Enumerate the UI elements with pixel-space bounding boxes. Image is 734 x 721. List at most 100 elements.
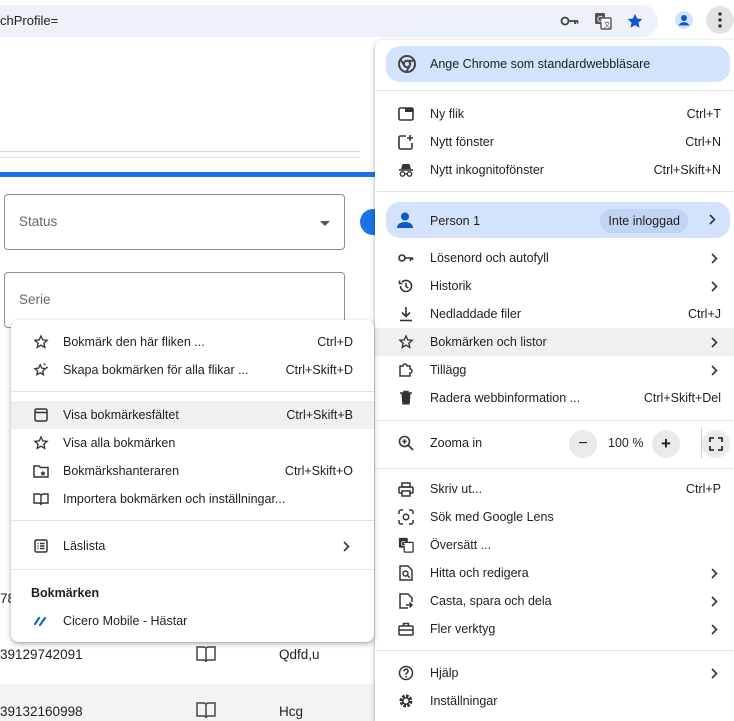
page-header-card [0, 44, 360, 158]
gear-icon [397, 692, 415, 710]
cast-save-share-item[interactable]: Casta, spara och dela [375, 587, 734, 615]
show-bookmarks-bar-item[interactable]: Visa bokmärkesfältet Ctrl+Skift+B [11, 401, 374, 429]
separator [11, 391, 374, 392]
bookmark-manager-item[interactable]: Bokmärkshanteraren Ctrl+Skift+O [11, 457, 374, 485]
google-lens-item[interactable]: Sök med Google Lens [375, 503, 734, 531]
star-list-icon [32, 434, 50, 452]
plus-icon: + [661, 434, 671, 453]
bookmark-all-tabs-item[interactable]: Skapa bokmärken för alla flikar ... Ctrl… [11, 356, 374, 384]
profile-label: Person 1 [430, 214, 481, 228]
import-bookmarks-label: Importera bokmärken och inställningar... [63, 492, 286, 506]
chevron-right-icon [709, 623, 719, 635]
zoom-in-icon [397, 434, 415, 452]
bookmark-item-label: Cicero Mobile - Hästar [63, 614, 188, 628]
print-shortcut: Ctrl+P [685, 482, 721, 496]
chevron-right-icon [709, 336, 719, 348]
bookmark-this-tab-item[interactable]: Bokmärk den här fliken ... Ctrl+D [11, 328, 374, 356]
bookmarks-and-lists-item[interactable]: Bokmärken och listor [375, 328, 734, 356]
new-tab-icon [397, 105, 415, 123]
google-lens-label: Sök med Google Lens [430, 510, 554, 524]
bookmark-this-tab-shortcut: Ctrl+D [317, 335, 353, 349]
clear-browsing-data-shortcut: Ctrl+Skift+Del [643, 391, 721, 405]
find-icon [397, 564, 415, 582]
incognito-label: Nytt inkognitofönster [430, 163, 544, 177]
divider [0, 151, 360, 152]
bookmark-manager-shortcut: Ctrl+Skift+O [284, 464, 353, 478]
chevron-right-icon [709, 595, 719, 607]
more-tools-item[interactable]: Fler verktyg [375, 615, 734, 643]
printer-icon [397, 480, 415, 498]
history-item[interactable]: Historik [375, 272, 734, 300]
find-and-edit-label: Hitta och redigera [430, 566, 529, 580]
incognito-icon [397, 161, 415, 179]
separator [375, 90, 734, 91]
find-and-edit-item[interactable]: Hitta och redigera [375, 559, 734, 587]
svg-text:G: G [401, 539, 407, 548]
fullscreen-button[interactable] [702, 430, 730, 458]
more-tools-label: Fler verktyg [430, 622, 496, 636]
extensions-label: Tillägg [430, 363, 467, 377]
star-outline-icon [397, 333, 415, 351]
stars-icon [32, 361, 50, 379]
book-icon[interactable] [195, 700, 217, 720]
dropdown-caret-icon [320, 221, 330, 226]
show-all-bookmarks-label: Visa alla bokmärken [63, 436, 176, 450]
history-icon [397, 277, 415, 295]
settings-item[interactable]: Inställningar [375, 687, 734, 715]
new-window-icon [397, 133, 415, 151]
show-bookmarks-bar-label: Visa bokmärkesfältet [63, 408, 179, 422]
downloads-item[interactable]: Nedladdade filer Ctrl+J [375, 300, 734, 328]
passwords-item[interactable]: Lösenord och autofyll [375, 244, 734, 272]
separator [375, 420, 734, 421]
reading-list-item[interactable]: Läslista [11, 532, 374, 560]
bookmark-star-filled-icon[interactable] [625, 11, 645, 31]
show-all-bookmarks-item[interactable]: Visa alla bokmärken [11, 429, 374, 457]
zoom-label: Zooma in [430, 436, 483, 450]
book-icon[interactable] [195, 644, 217, 664]
translate-item[interactable]: G Översätt ... [375, 531, 734, 559]
clear-browsing-data-item[interactable]: Radera webbinformation ... Ctrl+Skift+De… [375, 384, 734, 412]
status-label: Status [19, 214, 58, 229]
chevron-right-icon [709, 567, 719, 579]
zoom-in-button[interactable]: + [652, 430, 680, 458]
site-favicon-icon [32, 612, 50, 630]
new-tab-shortcut: Ctrl+T [686, 107, 721, 121]
more-vert-icon[interactable] [706, 6, 734, 34]
table-row[interactable]: 39132160998 Hcg [0, 684, 375, 721]
help-item[interactable]: Hjälp [375, 659, 734, 687]
passwords-label: Lösenord och autofyll [430, 251, 549, 265]
bookmark-item[interactable]: Cicero Mobile - Hästar [11, 607, 374, 635]
chevron-right-icon [709, 280, 719, 292]
translate-icon[interactable]: G文 [593, 11, 613, 31]
bookmark-this-tab-label: Bokmärk den här fliken ... [63, 335, 205, 349]
chevron-right-icon [709, 214, 716, 225]
profile-icon[interactable] [670, 6, 698, 34]
cast-save-share-label: Casta, spara och dela [430, 594, 552, 608]
toolbox-icon [397, 620, 415, 638]
profile-item[interactable]: Person 1 Inte inloggad [386, 202, 730, 238]
password-key-icon[interactable] [560, 11, 580, 31]
chevron-right-icon [709, 252, 719, 264]
trash-icon [397, 389, 415, 407]
zoom-out-button[interactable]: − [569, 430, 597, 458]
bookmarks-bar-icon [32, 406, 50, 424]
print-item[interactable]: Skriv ut... Ctrl+P [375, 475, 734, 503]
set-default-browser-item[interactable]: Ange Chrome som standardwebbläsare [386, 46, 730, 82]
address-bar[interactable]: chProfile= G文 [0, 5, 658, 37]
google-lens-icon [397, 508, 415, 526]
browser-toolbar: chProfile= G文 [0, 0, 734, 44]
extensions-item[interactable]: Tillägg [375, 356, 734, 384]
translate-icon: G [397, 536, 415, 554]
incognito-item[interactable]: Nytt inkognitofönster Ctrl+Skift+N [375, 156, 734, 184]
new-tab-item[interactable]: Ny flik Ctrl+T [375, 100, 734, 128]
downloads-shortcut: Ctrl+J [688, 307, 721, 321]
reading-list-icon [32, 537, 50, 555]
reading-list-label: Läslista [63, 539, 106, 553]
serie-label: Serie [19, 292, 51, 307]
row-name: Qdfd,u [279, 647, 320, 662]
new-window-item[interactable]: Nytt fönster Ctrl+N [375, 128, 734, 156]
status-select[interactable]: Status [4, 194, 345, 250]
import-bookmarks-item[interactable]: Importera bokmärken och inställningar... [11, 485, 374, 513]
zoom-level: 100 % [608, 436, 644, 450]
url-text[interactable]: chProfile= [0, 13, 58, 28]
